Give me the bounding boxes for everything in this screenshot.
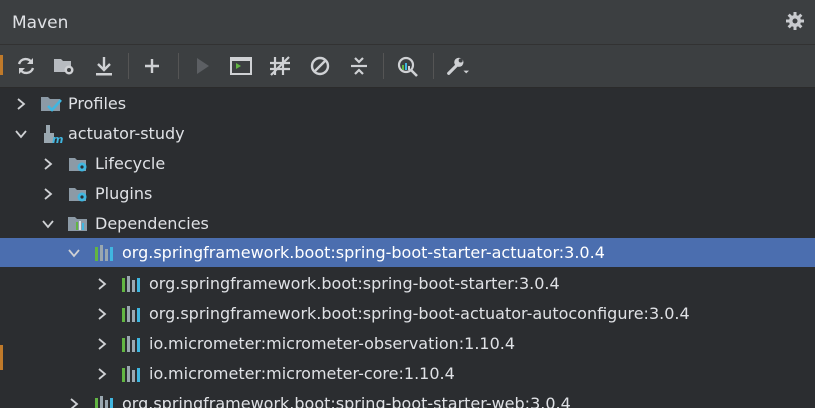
gear-icon[interactable] — [785, 11, 805, 31]
tree-item-label: actuator-study — [68, 124, 185, 143]
tree-item-label: Dependencies — [95, 214, 209, 233]
chevron-right-icon[interactable] — [41, 157, 55, 171]
dependency-icon — [120, 274, 142, 294]
settings-wrench-icon[interactable] — [445, 54, 469, 78]
toolbar-separator — [433, 53, 434, 79]
dependencies-folder-icon — [67, 214, 89, 234]
maven-tree: Profiles m actuator-study Lifecycle Plug… — [0, 88, 815, 408]
chevron-down-icon[interactable] — [14, 127, 28, 141]
tree-item-label: Plugins — [95, 184, 153, 203]
maven-project-icon: m — [42, 124, 64, 146]
dependency-icon — [120, 334, 142, 354]
chevron-down-icon[interactable] — [41, 217, 55, 231]
chevron-right-icon[interactable] — [95, 307, 109, 321]
svg-text:m: m — [52, 133, 63, 144]
window-edge-marker — [0, 55, 3, 75]
panel-title: Maven — [12, 13, 69, 33]
panel-header: Maven — [0, 0, 815, 45]
chevron-right-icon[interactable] — [67, 397, 81, 408]
folder-gear-icon — [67, 184, 89, 204]
chevron-right-icon[interactable] — [95, 367, 109, 381]
tree-item-label: org.springframework.boot:spring-boot-act… — [149, 304, 690, 323]
tree-item-dependency[interactable]: io.micrometer:micrometer-core:1.10.4 — [0, 359, 815, 389]
tree-item-label: org.springframework.boot:spring-boot-sta… — [122, 243, 605, 262]
tree-item-dependency[interactable]: org.springframework.boot:spring-boot-sta… — [0, 389, 815, 408]
toolbar-separator — [383, 53, 384, 79]
add-icon[interactable] — [140, 54, 164, 78]
tree-item-label: Lifecycle — [95, 154, 166, 173]
tree-item-label: io.micrometer:micrometer-core:1.10.4 — [149, 364, 455, 383]
tree-item-dependency[interactable]: org.springframework.boot:spring-boot-sta… — [0, 269, 815, 299]
toolbar-separator — [178, 53, 179, 79]
skip-tests-icon[interactable] — [308, 54, 332, 78]
run-icon[interactable] — [190, 54, 214, 78]
tree-item-dependency[interactable]: org.springframework.boot:spring-boot-sta… — [0, 238, 815, 267]
dependency-icon — [120, 304, 142, 324]
profiles-icon — [40, 94, 62, 114]
tree-item-plugins[interactable]: Plugins — [0, 179, 815, 209]
toolbar-separator — [128, 53, 129, 79]
tree-item-profiles[interactable]: Profiles — [0, 89, 815, 119]
tree-item-label: io.micrometer:micrometer-observation:1.1… — [149, 334, 516, 353]
chevron-down-icon[interactable] — [67, 246, 81, 260]
reimport-folder-icon[interactable] — [52, 54, 76, 78]
folder-gear-icon — [67, 154, 89, 174]
dependency-icon — [120, 364, 142, 384]
reload-icon[interactable] — [14, 54, 38, 78]
tree-item-dependencies[interactable]: Dependencies — [0, 209, 815, 239]
execute-goal-icon[interactable] — [229, 54, 253, 78]
window-edge-marker — [0, 345, 3, 370]
dependency-icon — [93, 394, 115, 408]
tree-item-dependency[interactable]: org.springframework.boot:spring-boot-act… — [0, 299, 815, 329]
chevron-right-icon[interactable] — [95, 337, 109, 351]
collapse-all-icon[interactable] — [347, 54, 371, 78]
download-icon[interactable] — [92, 54, 116, 78]
tree-item-label: org.springframework.boot:spring-boot-sta… — [149, 274, 560, 293]
toggle-offline-icon[interactable] — [268, 54, 292, 78]
tree-item-label: Profiles — [68, 94, 127, 113]
chevron-right-icon[interactable] — [14, 97, 28, 111]
tree-item-project[interactable]: m actuator-study — [0, 119, 815, 149]
tree-item-lifecycle[interactable]: Lifecycle — [0, 149, 815, 179]
tree-item-dependency[interactable]: io.micrometer:micrometer-observation:1.1… — [0, 329, 815, 359]
chevron-right-icon[interactable] — [41, 187, 55, 201]
analyze-dependencies-icon[interactable] — [395, 54, 419, 78]
chevron-right-icon[interactable] — [95, 277, 109, 291]
maven-toolbar — [0, 45, 815, 88]
dependency-icon — [93, 243, 115, 263]
tree-item-label: org.springframework.boot:spring-boot-sta… — [122, 394, 571, 408]
